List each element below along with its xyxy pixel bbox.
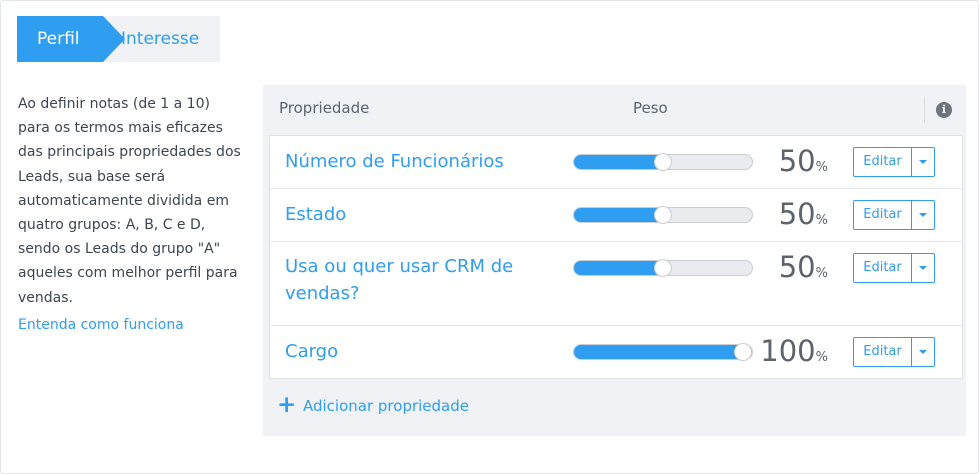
weight-slider[interactable] <box>573 153 753 171</box>
slider-thumb[interactable] <box>654 153 672 171</box>
weight-value: 50 <box>778 197 816 231</box>
slider-thumb[interactable] <box>654 206 672 224</box>
chevron-down-icon[interactable] <box>912 338 934 366</box>
percent-symbol: % <box>815 266 828 281</box>
edit-split-button: Editar <box>853 337 935 367</box>
tab-interesse[interactable]: Interesse <box>121 16 199 62</box>
header-weight: Peso <box>633 99 668 117</box>
table-row: Número de Funcionários 50% Editar <box>270 136 962 189</box>
slider-thumb[interactable] <box>734 343 752 361</box>
plus-icon: + <box>277 392 297 418</box>
table-row: Cargo 100% Editar <box>270 326 962 378</box>
percent-symbol: % <box>815 213 828 228</box>
slider-fill <box>574 208 663 222</box>
weight-percent: 50% <box>779 197 828 231</box>
tab-bar: Perfil Interesse <box>17 16 220 62</box>
edit-button[interactable]: Editar <box>854 148 912 176</box>
chevron-down-icon[interactable] <box>912 254 934 282</box>
property-label[interactable]: Número de Funcionários <box>285 148 504 175</box>
chevron-down-icon[interactable] <box>912 201 934 229</box>
slider-fill <box>574 155 663 169</box>
header-divider <box>924 97 925 123</box>
header-property: Propriedade <box>279 99 370 117</box>
edit-button[interactable]: Editar <box>854 201 912 229</box>
weight-value: 50 <box>778 250 816 284</box>
edit-split-button: Editar <box>853 147 935 177</box>
tab-perfil[interactable]: Perfil <box>17 16 125 62</box>
slider-thumb[interactable] <box>654 259 672 277</box>
table-row: Usa ou quer usar CRM de vendas? 50% Edit… <box>270 242 962 326</box>
weight-value: 50 <box>778 144 816 178</box>
weight-percent: 50% <box>779 144 828 178</box>
property-label[interactable]: Estado <box>285 201 346 228</box>
table-row: Estado 50% Editar <box>270 189 962 242</box>
learn-more-link[interactable]: Entenda como funciona <box>18 317 184 333</box>
weight-slider[interactable] <box>573 343 753 361</box>
weight-value: 100 <box>760 334 816 368</box>
slider-fill <box>574 261 663 275</box>
weight-percent: 50% <box>779 250 828 284</box>
info-icon[interactable]: i <box>936 102 952 118</box>
weight-slider[interactable] <box>573 206 753 224</box>
properties-panel: Propriedade Peso i Número de Funcionário… <box>263 85 966 436</box>
property-label[interactable]: Usa ou quer usar CRM de vendas? <box>285 253 535 307</box>
edit-button[interactable]: Editar <box>854 338 912 366</box>
edit-split-button: Editar <box>853 200 935 230</box>
properties-table: Número de Funcionários 50% Editar Estado <box>269 135 963 379</box>
percent-symbol: % <box>815 160 828 175</box>
add-property-label: Adicionar propriedade <box>303 397 469 415</box>
chevron-down-icon[interactable] <box>912 148 934 176</box>
property-label[interactable]: Cargo <box>285 338 338 365</box>
percent-symbol: % <box>815 350 828 365</box>
edit-button[interactable]: Editar <box>854 254 912 282</box>
description-text: Ao definir notas (de 1 a 10) para os ter… <box>18 96 241 306</box>
edit-split-button: Editar <box>853 253 935 283</box>
weight-slider[interactable] <box>573 259 753 277</box>
profile-settings-frame: Perfil Interesse Ao definir notas (de 1 … <box>0 0 979 474</box>
slider-fill <box>574 345 752 359</box>
weight-percent: 100% <box>760 334 828 368</box>
